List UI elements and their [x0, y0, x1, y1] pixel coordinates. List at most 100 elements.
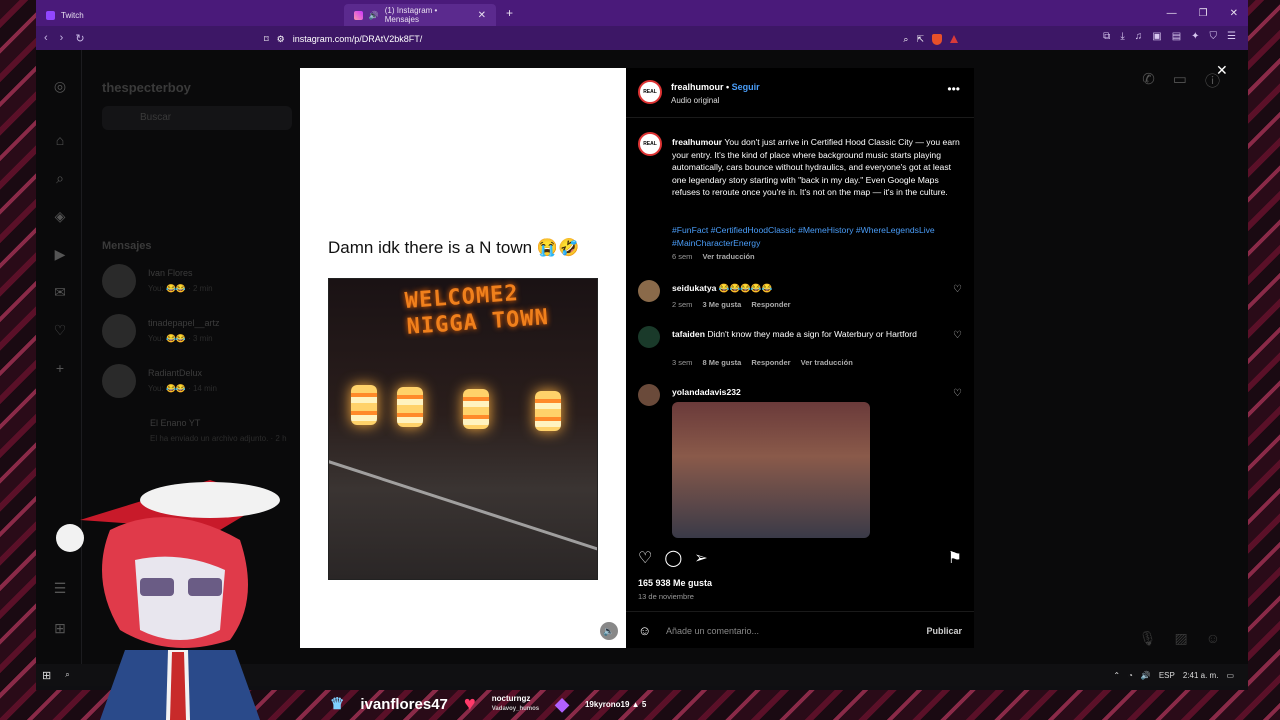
volume-icon[interactable]: 🔊	[1141, 671, 1151, 680]
dm-thread[interactable]: Ivan Flores You: 😂😂 · 2 min	[102, 264, 302, 304]
leo-icon[interactable]: ✦	[1191, 31, 1199, 42]
share-icon[interactable]: ⇱	[916, 34, 924, 45]
tab-bar: Twitch 🔊 (1) Instagram • Mensajes ✕ + — …	[36, 0, 1248, 26]
mute-icon[interactable]: 🔈	[600, 622, 618, 640]
close-modal-icon[interactable]: ✕	[1216, 62, 1228, 79]
author-avatar[interactable]: REAL	[638, 132, 662, 156]
reply-button[interactable]: Responder	[751, 358, 790, 367]
comment-user[interactable]: tafaiden	[672, 329, 705, 339]
zoom-icon[interactable]: ⌕	[903, 34, 908, 45]
comment-user[interactable]: seidukatya	[672, 283, 716, 293]
like-comment-icon[interactable]: ♡	[953, 284, 962, 295]
site-info-icon[interactable]: ⚙	[277, 34, 285, 45]
comment-body: Didn't know they made a sign for Waterbu…	[707, 329, 917, 339]
emoji-icon[interactable]: ☺	[638, 623, 651, 638]
caption-author[interactable]: frealhumour	[672, 137, 722, 147]
bookmark-icon[interactable]: ⌑	[264, 34, 269, 45]
tab-instagram[interactable]: 🔊 (1) Instagram • Mensajes ✕	[344, 4, 496, 26]
messages-icon[interactable]: ✉	[52, 284, 68, 300]
sidebar-icon[interactable]: ▣	[1152, 31, 1161, 42]
publish-button[interactable]: Publicar	[926, 626, 962, 636]
search-icon[interactable]: ⌕	[52, 170, 68, 186]
post-media[interactable]: Damn idk there is a N town 😭🤣 WELCOME2 N…	[300, 68, 626, 648]
menu-icon[interactable]: ☰	[1227, 31, 1236, 42]
microphone-icon[interactable]: 🎙	[1139, 630, 1157, 647]
comment-user[interactable]: yolandadavis232	[672, 387, 741, 397]
comment-meta: 2 sem 3 Me gusta Responder	[672, 300, 791, 309]
back-button[interactable]: ‹	[44, 32, 48, 45]
chevron-up-icon[interactable]: ⌃	[1113, 671, 1120, 680]
brave-shield-icon[interactable]	[932, 33, 942, 45]
author-name[interactable]: frealhumour	[671, 82, 724, 92]
donor-block: nocturngz Vadavoy_humos	[492, 694, 539, 714]
dm-username[interactable]: thespecterboy	[102, 80, 191, 95]
post-hashtags[interactable]: #FunFact #CertifiedHoodClassic #MemeHist…	[672, 224, 962, 249]
avatar[interactable]	[638, 384, 660, 406]
gem-icon: ◆	[555, 693, 569, 714]
new-tab-button[interactable]: +	[496, 6, 523, 20]
close-tab-icon[interactable]: ✕	[478, 10, 486, 21]
tab-twitch[interactable]: Twitch	[36, 4, 194, 26]
share-icon[interactable]: ➢	[694, 548, 707, 568]
wifi-icon[interactable]: ◔	[1128, 671, 1133, 680]
video-call-icon[interactable]: ▭	[1173, 70, 1187, 91]
forward-button[interactable]: ›	[60, 32, 64, 45]
clock[interactable]: 2:41 a. m.	[1183, 671, 1219, 680]
minimize-button[interactable]: —	[1167, 8, 1177, 19]
avatar[interactable]	[638, 326, 660, 348]
url-field[interactable]: ⌑ ⚙ instagram.com/p/DRAtV2bk8FT/ ⌕ ⇱	[264, 30, 958, 48]
translate-link[interactable]: Ver traducción	[703, 252, 755, 261]
like-count[interactable]: 165 938 Me gusta	[638, 578, 712, 588]
chat-header-actions: ✆ ▭ ⓘ	[1142, 70, 1220, 91]
reels-icon[interactable]: ▶	[52, 246, 68, 262]
dm-thread[interactable]: RadiantDelux You: 😂😂 · 14 min	[102, 364, 302, 404]
like-icon[interactable]: ♡	[638, 548, 652, 568]
author-avatar[interactable]: REAL	[638, 80, 662, 104]
music-icon[interactable]: ♫	[1135, 31, 1143, 42]
avatar[interactable]	[638, 280, 660, 302]
author-line: frealhumour • Seguir	[671, 82, 760, 92]
url-text[interactable]: instagram.com/p/DRAtV2bk8FT/	[293, 34, 423, 44]
image-icon[interactable]: ▨	[1174, 630, 1187, 647]
more-options-icon[interactable]: •••	[947, 82, 960, 96]
dm-thread[interactable]: tinadepapel__artz You: 😂😂 · 3 min	[102, 314, 302, 354]
brave-rewards-icon[interactable]	[950, 35, 958, 43]
subscriber-name: ivanflores47	[360, 695, 448, 713]
sticker-icon[interactable]: ☺	[1206, 630, 1220, 647]
donor-name: nocturngz	[491, 694, 531, 703]
comment-icon[interactable]: ◯	[664, 548, 682, 568]
audio-label[interactable]: Audio original	[671, 96, 719, 105]
comment-likes[interactable]: 8 Me gusta	[703, 358, 742, 367]
restore-button[interactable]: ❐	[1199, 8, 1208, 19]
lang-indicator[interactable]: ESP	[1159, 671, 1175, 680]
translate-link[interactable]: Ver traducción	[801, 358, 853, 367]
comment-text: yolandadavis232	[672, 386, 922, 399]
post-details: REAL frealhumour • Seguir Audio original…	[626, 68, 974, 648]
comment-gif[interactable]	[672, 402, 870, 538]
home-icon[interactable]: ⌂	[52, 132, 68, 148]
comment-input[interactable]: Añade un comentario...	[666, 626, 759, 636]
notification-icon[interactable]: ▭	[1226, 671, 1234, 680]
instagram-logo-icon[interactable]: ◎	[52, 78, 68, 94]
comment-likes[interactable]: 3 Me gusta	[703, 300, 742, 309]
wallet-icon[interactable]: ▤	[1172, 31, 1181, 42]
avatar	[102, 264, 136, 298]
comment-time: 3 sem	[672, 358, 693, 367]
follow-button[interactable]: Seguir	[732, 82, 760, 92]
dm-search-input[interactable]: Buscar	[102, 106, 292, 130]
reload-button[interactable]: ↻	[75, 32, 84, 45]
phone-icon[interactable]: ✆	[1142, 70, 1155, 91]
close-window-button[interactable]: ✕	[1230, 8, 1238, 19]
notifications-icon[interactable]: ♡	[52, 322, 68, 338]
explore-icon[interactable]: ◈	[52, 208, 68, 224]
create-icon[interactable]: +	[52, 360, 68, 376]
like-comment-icon[interactable]: ♡	[953, 330, 962, 341]
download-icon[interactable]: ⤓	[1120, 31, 1124, 42]
reply-button[interactable]: Responder	[751, 300, 790, 309]
like-comment-icon[interactable]: ♡	[953, 388, 962, 399]
extensions-icon[interactable]: ⧉	[1103, 31, 1110, 42]
save-icon[interactable]: ⚑	[948, 548, 962, 568]
tab-label: (1) Instagram • Mensajes	[384, 6, 438, 24]
vpn-icon[interactable]: ⛉	[1210, 31, 1218, 42]
thread-preview: You: 😂😂 · 2 min	[148, 284, 213, 293]
